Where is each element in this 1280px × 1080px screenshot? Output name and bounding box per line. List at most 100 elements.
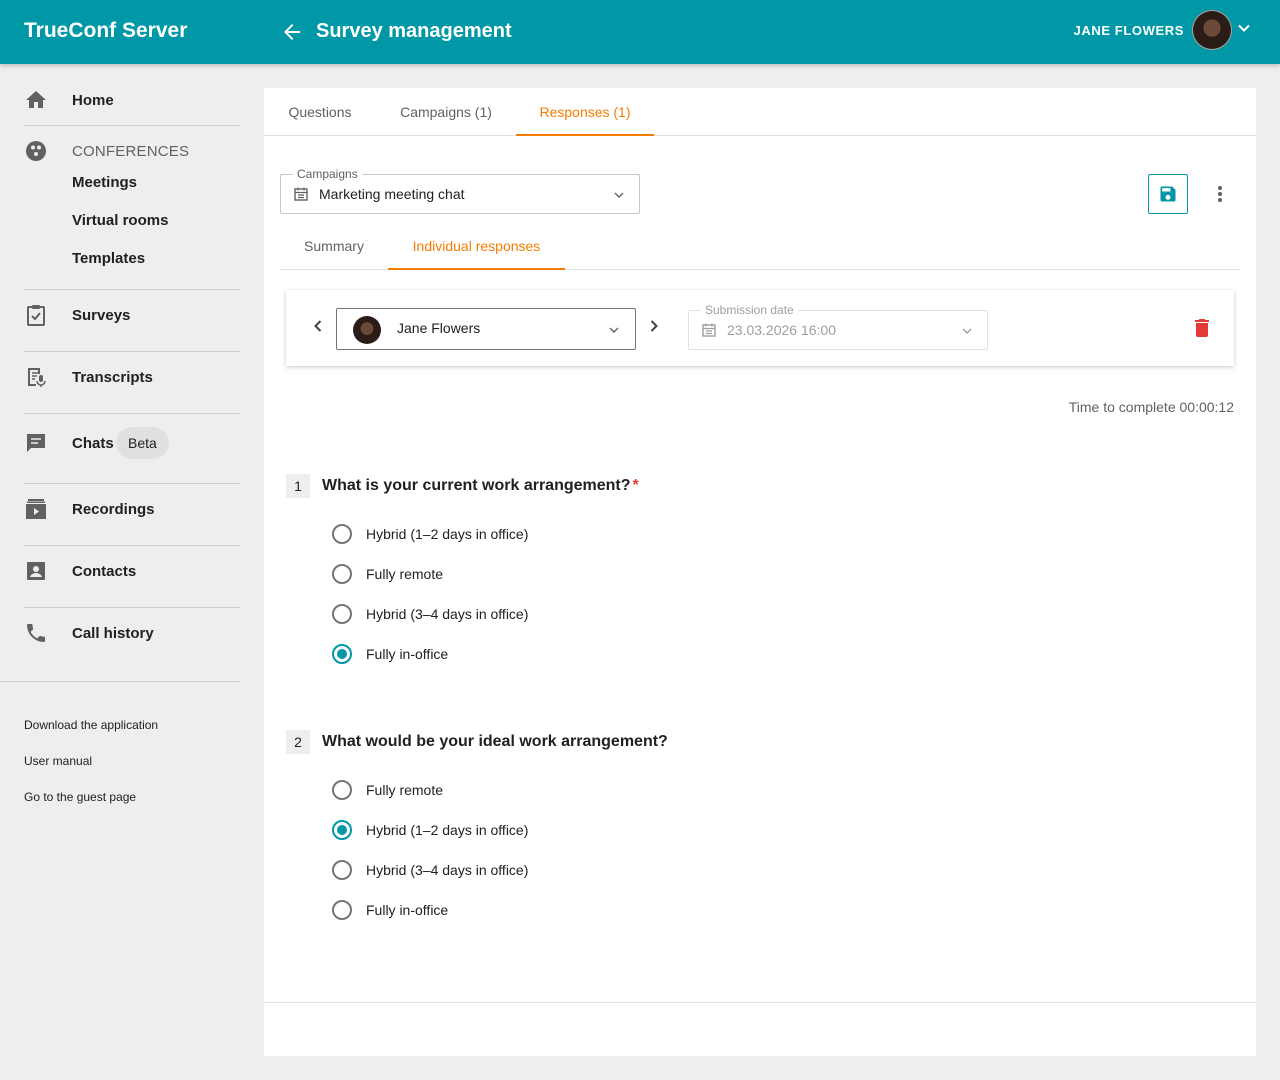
sidebar-item-templates[interactable]: Templates [72, 250, 145, 267]
radio-option-label: Fully remote [366, 782, 444, 798]
radio-option[interactable]: Fully in-office [332, 898, 448, 922]
divider [24, 351, 240, 352]
respondent-select[interactable]: Jane Flowers [336, 308, 636, 350]
transcript-icon [28, 368, 46, 387]
divider [24, 545, 240, 546]
chevron-down-icon [614, 192, 624, 198]
question-text: What would be your ideal work arrangemen… [322, 733, 668, 751]
more-vert-icon[interactable] [1208, 182, 1232, 206]
delete-icon[interactable] [1190, 316, 1214, 340]
campaign-select-label: Campaigns [293, 166, 362, 182]
calendar-icon [294, 187, 308, 201]
required-mark: * [632, 477, 639, 494]
phone-icon [27, 624, 45, 642]
guest-page-link[interactable]: Go to the guest page [24, 790, 136, 804]
tab-bar: Questions Campaigns (1) Responses (1) [264, 88, 1256, 136]
campaign-select[interactable]: Campaigns Marketing meeting chat [280, 166, 640, 214]
respondent-name: Jane Flowers [397, 320, 481, 336]
brand-logo[interactable]: TrueConf Server [24, 19, 187, 43]
tab-responses[interactable]: Responses (1) [516, 88, 654, 136]
divider [0, 681, 240, 682]
radio-unchecked-icon[interactable] [332, 524, 352, 544]
time-to-complete: Time to complete 00:00:12 [1068, 399, 1234, 415]
user-name[interactable]: JANE FLOWERS [1074, 23, 1184, 38]
submission-date-label: Submission date [701, 302, 798, 318]
sidebar-item-recordings[interactable]: Recordings [24, 489, 240, 529]
sidebar-item-label: Recordings [72, 500, 155, 518]
radio-checked-icon[interactable] [332, 644, 352, 664]
radio-unchecked-icon[interactable] [332, 564, 352, 584]
subtab-bar: Summary Individual responses [280, 226, 1240, 270]
save-button[interactable] [1148, 174, 1188, 214]
radio-option-label: Hybrid (1–2 days in office) [366, 822, 529, 838]
chevron-down-icon[interactable] [1236, 20, 1252, 36]
radio-option[interactable]: Fully remote [332, 778, 443, 802]
tab-individual-responses[interactable]: Individual responses [388, 226, 565, 270]
radio-option-label: Fully in-office [366, 902, 449, 918]
calendar-icon [702, 323, 716, 337]
divider [24, 289, 240, 290]
sidebar-item-label: Call history [72, 624, 154, 642]
sidebar-item-label: Chats [72, 434, 114, 452]
divider [24, 125, 240, 126]
chevron-down-icon [962, 328, 972, 334]
sidebar-item-transcripts[interactable]: Transcripts [24, 357, 240, 397]
divider [24, 607, 240, 608]
radio-option[interactable]: Fully remote [332, 562, 443, 586]
chevron-down-icon [609, 327, 619, 333]
radio-option[interactable]: Hybrid (3–4 days in office) [332, 858, 528, 882]
sidebar-item-call-history[interactable]: Call history [24, 613, 240, 653]
divider [24, 413, 240, 414]
sidebar-item-contacts[interactable]: Contacts [24, 551, 240, 591]
radio-unchecked-icon[interactable] [332, 860, 352, 880]
chevron-left-icon[interactable] [306, 314, 330, 338]
conferences-icon [26, 141, 46, 161]
recordings-icon [26, 499, 46, 519]
sidebar-item-surveys[interactable]: Surveys [24, 295, 240, 335]
tab-questions[interactable]: Questions [264, 88, 376, 136]
user-avatar[interactable] [1192, 10, 1232, 50]
radio-option[interactable]: Hybrid (1–2 days in office) [332, 818, 528, 842]
radio-option-label: Hybrid (3–4 days in office) [366, 862, 529, 878]
sidebar-item-home[interactable]: Home [24, 80, 240, 120]
tab-campaigns[interactable]: Campaigns (1) [376, 88, 516, 136]
radio-option[interactable]: Hybrid (1–2 days in office) [332, 522, 528, 546]
radio-unchecked-icon[interactable] [332, 780, 352, 800]
divider [24, 483, 240, 484]
chat-icon [27, 434, 45, 452]
sidebar-item-label: Surveys [72, 306, 131, 324]
question-text: What is your current work arrangement? * [322, 477, 639, 495]
radio-option[interactable]: Fully in-office [332, 642, 448, 666]
question-number: 2 [286, 730, 310, 754]
user-manual-link[interactable]: User manual [24, 754, 92, 768]
page-title: Survey management [316, 20, 512, 42]
radio-option[interactable]: Hybrid (3–4 days in office) [332, 602, 528, 626]
download-app-link[interactable]: Download the application [24, 718, 158, 732]
submission-date-select[interactable]: Submission date 23.03.2026 16:00 [688, 302, 988, 350]
beta-badge: Beta [116, 427, 169, 459]
floppy-disk-icon [1160, 186, 1176, 202]
campaign-select-value: Marketing meeting chat [319, 186, 465, 202]
sidebar-section-conferences: CONFERENCES [24, 131, 240, 171]
contact-icon [27, 562, 45, 580]
divider [264, 1002, 1256, 1003]
submission-date-value: 23.03.2026 16:00 [727, 322, 836, 338]
respondent-avatar [353, 316, 381, 344]
radio-unchecked-icon[interactable] [332, 900, 352, 920]
sidebar-item-virtual-rooms[interactable]: Virtual rooms [72, 212, 168, 229]
sidebar: Home CONFERENCES Meetings Virtual rooms … [0, 64, 264, 1080]
radio-checked-icon[interactable] [332, 820, 352, 840]
radio-option-label: Fully remote [366, 566, 444, 582]
sidebar-item-label: Transcripts [72, 368, 153, 386]
clipboard-check-icon [27, 305, 45, 326]
sidebar-section-label: CONFERENCES [72, 142, 190, 160]
radio-option-label: Fully in-office [366, 646, 449, 662]
tab-summary[interactable]: Summary [280, 226, 388, 270]
radio-unchecked-icon[interactable] [332, 604, 352, 624]
radio-option-label: Hybrid (1–2 days in office) [366, 526, 529, 542]
back-arrow-icon[interactable] [280, 20, 304, 44]
home-icon [26, 91, 46, 108]
sidebar-item-meetings[interactable]: Meetings [72, 174, 137, 191]
question-number: 1 [286, 474, 310, 498]
chevron-right-icon[interactable] [642, 314, 666, 338]
